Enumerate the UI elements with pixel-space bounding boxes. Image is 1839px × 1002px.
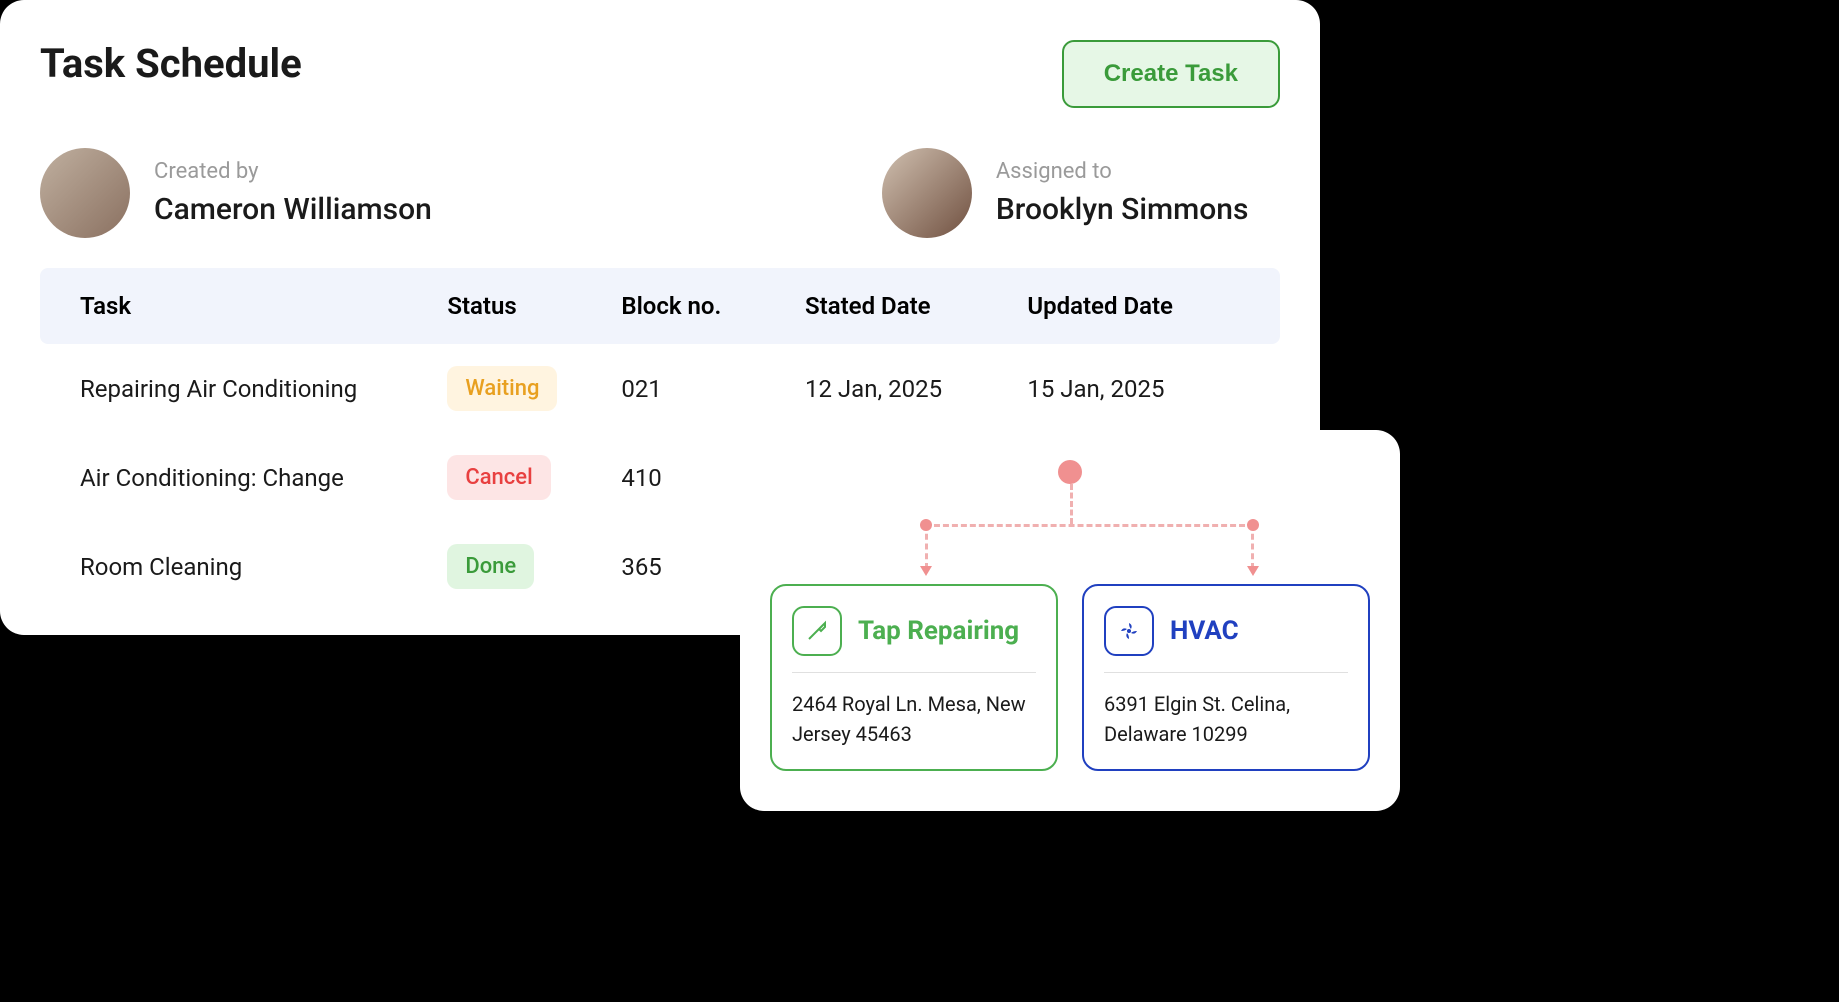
fan-icon: [1104, 606, 1154, 656]
service-card-hvac[interactable]: HVAC 6391 Elgin St. Celina, Delaware 102…: [1082, 584, 1370, 771]
created-by-name: Cameron Williamson: [154, 192, 432, 227]
tree-connectors: [770, 484, 1370, 584]
avatar: [40, 148, 130, 238]
task-cell: Air Conditioning: Change: [80, 464, 447, 492]
tree-root-node: [1058, 460, 1082, 484]
assigned-to-name: Brooklyn Simmons: [996, 192, 1249, 227]
service-address: 2464 Royal Ln. Mesa, New Jersey 45463: [792, 689, 1036, 749]
status-badge: Cancel: [447, 455, 550, 500]
col-header-block: Block no.: [621, 292, 805, 320]
service-title: HVAC: [1170, 616, 1239, 646]
service-address: 6391 Elgin St. Celina, Delaware 10299: [1104, 689, 1348, 749]
avatar: [882, 148, 972, 238]
status-badge: Done: [447, 544, 534, 589]
service-title: Tap Repairing: [858, 616, 1019, 646]
divider: [792, 672, 1036, 673]
table-row[interactable]: Repairing Air Conditioning Waiting 021 1…: [40, 344, 1280, 433]
service-row: Tap Repairing 2464 Royal Ln. Mesa, New J…: [770, 584, 1370, 771]
assigned-to-label: Assigned to: [996, 159, 1249, 184]
service-card-tap-repairing[interactable]: Tap Repairing 2464 Royal Ln. Mesa, New J…: [770, 584, 1058, 771]
col-header-updated: Updated Date: [1027, 292, 1240, 320]
task-cell: Repairing Air Conditioning: [80, 375, 447, 403]
screwdriver-icon: [792, 606, 842, 656]
status-badge: Waiting: [447, 366, 557, 411]
page-title: Task Schedule: [40, 40, 302, 87]
service-tree-card: Tap Repairing 2464 Royal Ln. Mesa, New J…: [740, 430, 1400, 811]
table-header: Task Status Block no. Stated Date Update…: [40, 268, 1280, 344]
divider: [1104, 672, 1348, 673]
block-cell: 021: [621, 375, 805, 403]
created-by: Created by Cameron Williamson: [40, 148, 432, 238]
task-cell: Room Cleaning: [80, 553, 447, 581]
create-task-button[interactable]: Create Task: [1062, 40, 1280, 108]
people-row: Created by Cameron Williamson Assigned t…: [40, 148, 1280, 238]
col-header-task: Task: [80, 292, 447, 320]
col-header-stated: Stated Date: [805, 292, 1027, 320]
assigned-to: Assigned to Brooklyn Simmons: [882, 148, 1249, 238]
header-row: Task Schedule Create Task: [40, 40, 1280, 108]
col-header-status: Status: [447, 292, 621, 320]
created-by-label: Created by: [154, 159, 432, 184]
updated-cell: 15 Jan, 2025: [1027, 375, 1240, 403]
stated-cell: 12 Jan, 2025: [805, 375, 1027, 403]
